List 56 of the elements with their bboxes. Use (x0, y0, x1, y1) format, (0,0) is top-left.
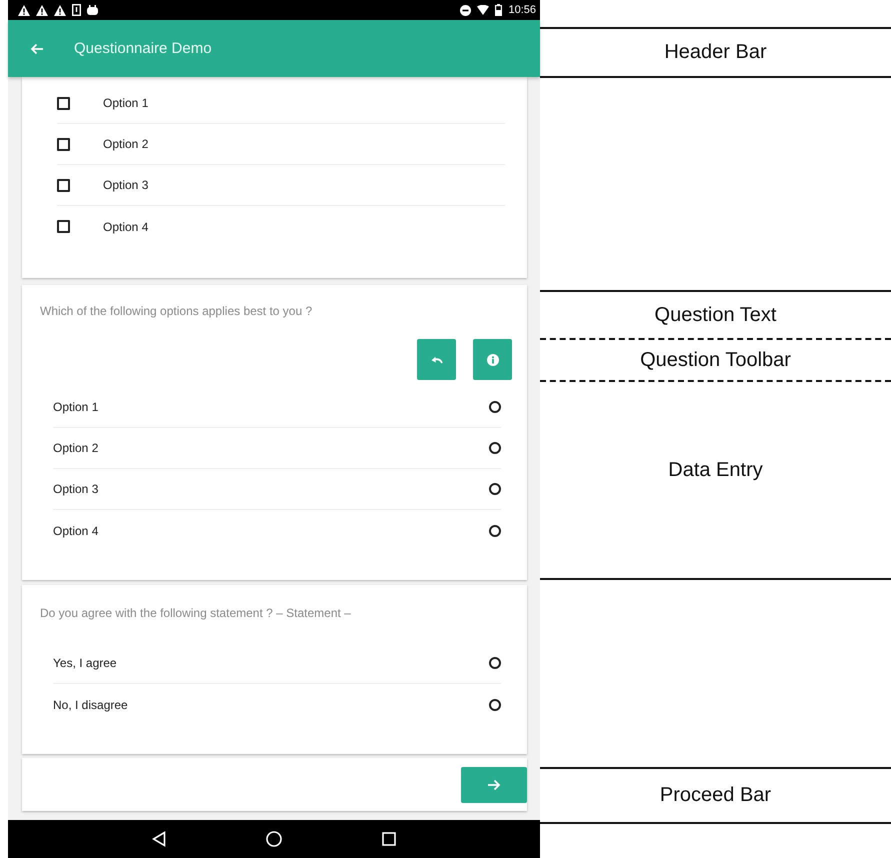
option-row[interactable]: Option 3 (53, 469, 501, 510)
next-button[interactable] (461, 766, 527, 802)
option-row[interactable]: Option 4 (53, 510, 501, 551)
info-button[interactable] (473, 339, 512, 380)
option-label: Option 2 (103, 137, 148, 151)
option-label: Option 3 (103, 178, 148, 192)
undo-icon (430, 356, 442, 364)
status-time: 10:56 (508, 4, 536, 16)
radio-button[interactable] (489, 657, 501, 669)
info-icon (486, 354, 498, 366)
checkbox[interactable] (57, 138, 70, 150)
back-arrow-icon (30, 42, 44, 54)
option-row[interactable]: Option 1 (53, 387, 501, 428)
option-label: Option 4 (53, 524, 98, 538)
annotation-label: Header Bar (664, 41, 767, 64)
wifi-icon (477, 5, 490, 15)
app-title: Questionnaire Demo (74, 40, 212, 57)
option-row[interactable]: Yes, I agree (53, 643, 501, 684)
radio-button[interactable] (489, 401, 501, 413)
robot-icon (87, 5, 98, 15)
forward-arrow-icon (487, 778, 501, 790)
annotation-label: Question Toolbar (640, 348, 791, 372)
home-circle-icon[interactable] (266, 831, 282, 847)
option-row[interactable]: Option 3 (57, 165, 505, 206)
radio-button[interactable] (489, 442, 501, 454)
option-label: No, I disagree (53, 698, 128, 712)
question-text: Which of the following options applies best to you ? (39, 303, 314, 319)
annotation-label: Proceed Bar (660, 784, 772, 807)
back-triangle-icon[interactable] (152, 831, 166, 847)
option-row[interactable]: Option 1 (57, 83, 505, 124)
checkbox[interactable] (57, 178, 70, 192)
phone-icon (72, 4, 81, 16)
radio-button[interactable] (489, 698, 501, 710)
recents-square-icon[interactable] (382, 832, 396, 846)
option-row[interactable]: Option 4 (57, 206, 505, 247)
question-text: Do you agree with the following statement ? – Statement – (39, 605, 352, 621)
minus-circle-icon (460, 4, 472, 16)
option-label: Yes, I agree (53, 656, 117, 670)
annotation-label: Data Entry (668, 458, 763, 482)
radio-button[interactable] (489, 483, 501, 495)
annotation-label: Question Text (654, 304, 776, 326)
checkbox[interactable] (57, 96, 70, 110)
option-label: Option 2 (53, 441, 98, 455)
checkbox[interactable] (57, 220, 70, 233)
battery-icon (495, 4, 502, 16)
radio-button[interactable] (489, 524, 501, 536)
warning-icon (54, 4, 66, 16)
warning-icon (18, 4, 30, 16)
option-label: Option 3 (53, 482, 98, 496)
option-row[interactable]: Option 2 (57, 124, 505, 165)
option-label: Option 4 (103, 220, 148, 234)
option-label: Option 1 (53, 400, 98, 414)
option-label: Option 1 (103, 96, 148, 110)
option-row[interactable]: Option 2 (53, 428, 501, 469)
warning-icon (36, 4, 48, 16)
option-row[interactable]: No, I disagree (53, 684, 501, 725)
